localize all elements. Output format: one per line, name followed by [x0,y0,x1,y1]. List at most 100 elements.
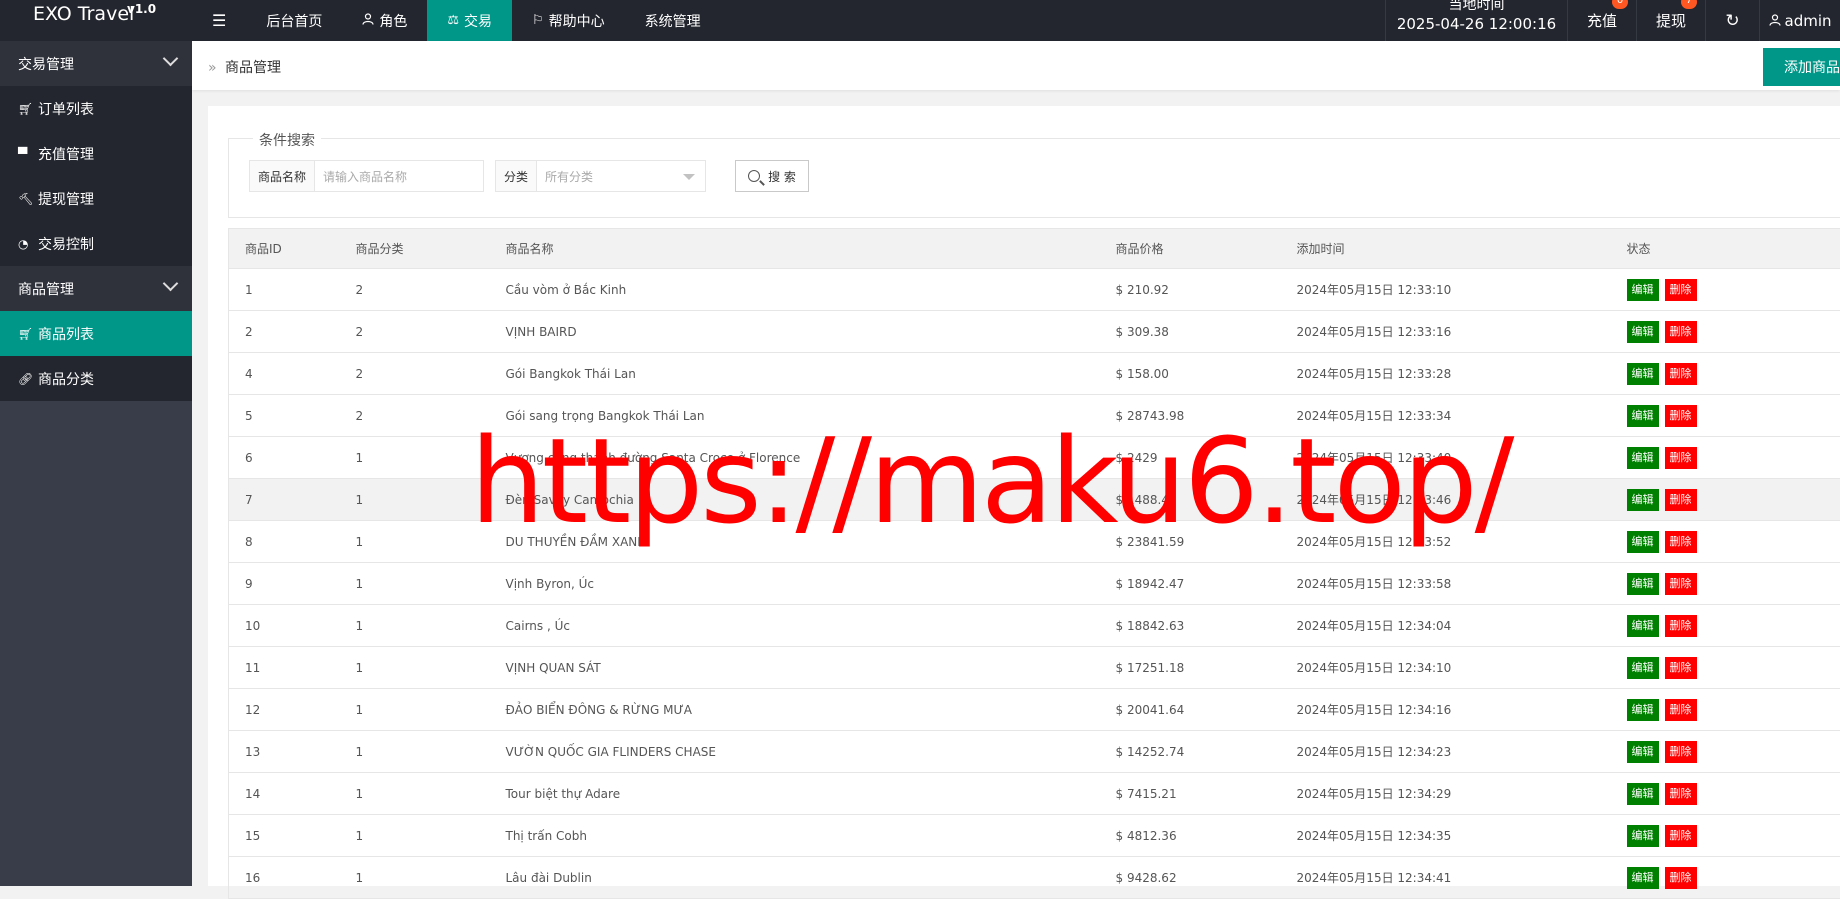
nav-home[interactable]: 后台首页 [246,0,342,41]
sidebar-item-label: 充值管理 [38,144,94,164]
nav-help[interactable]: ⚐ 帮助中心 [512,0,625,41]
cell-actions: 编辑删除 [1627,395,1840,437]
flag-icon: ⚐ [532,13,544,28]
delete-button[interactable]: 删除 [1665,825,1697,847]
sidebar-item-recharge[interactable]: ▀ 充值管理 [0,131,192,176]
delete-button[interactable]: 删除 [1665,321,1697,343]
delete-button[interactable]: 删除 [1665,489,1697,511]
user-menu[interactable]: admin [1759,0,1840,41]
sidebar-item-trade-control[interactable]: ◔ 交易控制 [0,221,192,266]
search-legend: 条件搜索 [253,130,321,150]
cell-category: 2 [356,311,506,353]
col-header-price[interactable]: 商品价格 [1116,229,1297,269]
withdraw-badge: 7 [1681,0,1697,9]
menu-toggle-button[interactable]: ☰ [192,0,246,41]
cell-id: 12 [229,689,356,731]
cell-actions: 编辑删除 [1627,563,1840,605]
edit-button[interactable]: 编辑 [1627,363,1659,385]
cell-time: 2024年05月15日 12:33:58 [1297,563,1627,605]
cell-id: 6 [229,437,356,479]
edit-button[interactable]: 编辑 [1627,657,1659,679]
chevron-down-icon [163,276,179,292]
cell-id: 14 [229,773,356,815]
edit-button[interactable]: 编辑 [1627,321,1659,343]
cell-category: 1 [356,815,506,857]
cell-price: $ 20041.64 [1116,689,1297,731]
sidebar-group-trade[interactable]: 交易管理 [0,41,192,86]
search-button[interactable]: 搜 索 [735,160,809,192]
edit-button[interactable]: 编辑 [1627,867,1659,889]
sidebar-group-products[interactable]: 商品管理 [0,266,192,311]
cell-category: 1 [356,731,506,773]
delete-button[interactable]: 删除 [1665,447,1697,469]
edit-button[interactable]: 编辑 [1627,573,1659,595]
edit-button[interactable]: 编辑 [1627,447,1659,469]
category-select[interactable]: 所有分类 [537,161,705,191]
nav-roles[interactable]: 角色 [342,0,427,41]
cell-price: $ 4812.36 [1116,815,1297,857]
cell-name: Lâu đài Dublin [506,857,1116,899]
product-name-input[interactable]: 请输入商品名称 [315,161,483,191]
sidebar-item-product-list[interactable]: 🛒︎ 商品列表 [0,311,192,356]
delete-button[interactable]: 删除 [1665,867,1697,889]
cell-id: 15 [229,815,356,857]
cell-actions: 编辑删除 [1627,311,1840,353]
cell-id: 16 [229,857,356,899]
col-header-category[interactable]: 商品分类 [356,229,506,269]
top-bar: EXO Travel v1.0 ☰ 后台首页 角色 ⚖ 交易 ⚐ 帮助中心 系统… [0,0,1840,41]
add-product-button[interactable]: 添加商品 [1763,48,1840,86]
table-row: 22VỊNH BAIRD$ 309.382024年05月15日 12:33:16… [229,311,1840,353]
col-header-status[interactable]: 状态 [1627,229,1840,269]
delete-button[interactable]: 删除 [1665,699,1697,721]
delete-button[interactable]: 删除 [1665,573,1697,595]
category-field: 分类 所有分类 [495,160,706,192]
edit-button[interactable]: 编辑 [1627,405,1659,427]
cell-name: Tour biệt thự Adare [506,773,1116,815]
user-name: admin [1785,12,1832,30]
delete-button[interactable]: 删除 [1665,657,1697,679]
refresh-button[interactable]: ↻ [1705,0,1759,41]
sidebar-item-label: 商品列表 [38,324,94,344]
sidebar-item-orders[interactable]: 🛒︎ 订单列表 [0,86,192,131]
cell-name: Thị trấn Cobh [506,815,1116,857]
breadcrumb-current: 商品管理 [225,60,281,76]
delete-button[interactable]: 删除 [1665,531,1697,553]
col-header-id[interactable]: 商品ID [229,229,356,269]
table-row: 12Cầu vòm ở Bắc Kinh$ 210.922024年05月15日 … [229,269,1840,311]
sidebar-item-label: 交易控制 [38,234,94,254]
delete-button[interactable]: 删除 [1665,783,1697,805]
recharge-label: 充值 [1587,10,1617,31]
col-header-time[interactable]: 添加时间 [1297,229,1627,269]
cell-id: 13 [229,731,356,773]
edit-button[interactable]: 编辑 [1627,741,1659,763]
delete-button[interactable]: 删除 [1665,363,1697,385]
cell-id: 11 [229,647,356,689]
cell-actions: 编辑删除 [1627,269,1840,311]
edit-button[interactable]: 编辑 [1627,783,1659,805]
cell-category: 1 [356,773,506,815]
edit-button[interactable]: 编辑 [1627,825,1659,847]
cell-category: 1 [356,563,506,605]
add-product-label: 添加商品 [1784,57,1840,77]
delete-button[interactable]: 删除 [1665,615,1697,637]
sidebar-item-product-category[interactable]: 🔗︎ 商品分类 [0,356,192,401]
edit-button[interactable]: 编辑 [1627,531,1659,553]
recharge-button[interactable]: 充值 0 [1567,0,1636,41]
col-header-name[interactable]: 商品名称 [506,229,1116,269]
nav-system[interactable]: 系统管理 [625,0,721,41]
delete-button[interactable]: 删除 [1665,405,1697,427]
nav-help-label: 帮助中心 [549,11,605,31]
withdraw-button[interactable]: 提现 7 [1636,0,1705,41]
cell-id: 2 [229,311,356,353]
cell-name: Cầu vòm ở Bắc Kinh [506,269,1116,311]
sidebar-item-withdraw[interactable]: 🔨︎ 提现管理 [0,176,192,221]
cell-price: $ 18842.63 [1116,605,1297,647]
edit-button[interactable]: 编辑 [1627,489,1659,511]
cell-actions: 编辑删除 [1627,353,1840,395]
nav-trade[interactable]: ⚖ 交易 [427,0,512,41]
edit-button[interactable]: 编辑 [1627,615,1659,637]
delete-button[interactable]: 删除 [1665,741,1697,763]
delete-button[interactable]: 删除 [1665,279,1697,301]
edit-button[interactable]: 编辑 [1627,699,1659,721]
edit-button[interactable]: 编辑 [1627,279,1659,301]
